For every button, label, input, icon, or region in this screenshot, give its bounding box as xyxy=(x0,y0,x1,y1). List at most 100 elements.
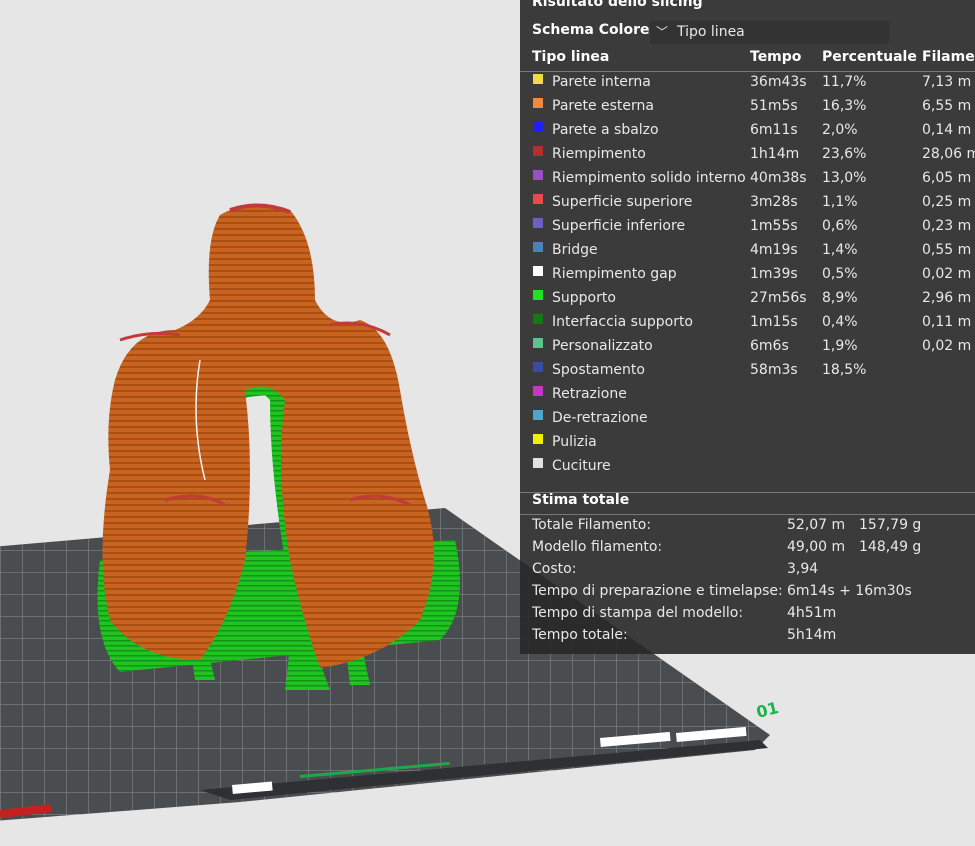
line-type-row: Supporto 27m56s 8,9% 2,96 m xyxy=(520,288,975,312)
line-type-row: Spostamento 58m3s 18,5% xyxy=(520,360,975,384)
line-type-name: Superficie inferiore xyxy=(552,218,686,234)
summary-row: Tempo totale: 5h14m xyxy=(520,627,975,649)
line-type-filament: 7,13 m xyxy=(922,74,972,90)
line-type-row: Bridge 4m19s 1,4% 0,55 m xyxy=(520,240,975,264)
line-type-percent: 18,5% xyxy=(822,362,867,378)
summary-label: Tempo totale: xyxy=(532,627,628,643)
line-type-time: 1m39s xyxy=(750,266,798,282)
color-swatch[interactable] xyxy=(533,338,543,348)
line-type-row: Riempimento solido interno 40m38s 13,0% 6,0… xyxy=(520,168,975,192)
color-swatch[interactable] xyxy=(533,218,543,228)
line-type-time: 1m15s xyxy=(750,314,798,330)
color-swatch[interactable] xyxy=(533,386,543,396)
summary-divider xyxy=(520,514,975,515)
color-scheme-dropdown[interactable]: ﹀ Tipo linea xyxy=(650,21,889,44)
line-type-time: 1h14m xyxy=(750,146,800,162)
line-type-row: Pulizia xyxy=(520,432,975,456)
summary-row: Totale Filamento: 52,07 m 157,79 g xyxy=(520,517,975,539)
line-type-name: Bridge xyxy=(552,242,598,258)
line-type-percent: 0,5% xyxy=(822,266,858,282)
line-type-percent: 11,7% xyxy=(822,74,867,90)
column-header-line-type: Tipo linea xyxy=(532,49,610,65)
line-type-time: 40m38s xyxy=(750,170,807,186)
line-type-time: 36m43s xyxy=(750,74,807,90)
line-type-filament: 0,55 m xyxy=(922,242,972,258)
summary-label: Costo: xyxy=(532,561,577,577)
line-type-filament: 6,05 m xyxy=(922,170,972,186)
line-type-name: De-retrazione xyxy=(552,410,648,426)
line-type-time: 27m56s xyxy=(750,290,807,306)
line-type-percent: 1,4% xyxy=(822,242,858,258)
color-swatch[interactable] xyxy=(533,146,543,156)
column-header-filament: Filamento xyxy=(922,49,975,65)
line-type-time: 51m5s xyxy=(750,98,798,114)
color-scheme-label: Schema Colore xyxy=(532,22,650,38)
column-header-time: Tempo xyxy=(750,49,802,65)
line-type-name: Parete a sbalzo xyxy=(552,122,659,138)
summary-value: 6m14s + 16m30s xyxy=(787,583,912,599)
line-type-percent: 8,9% xyxy=(822,290,858,306)
color-scheme-value: Tipo linea xyxy=(677,24,745,40)
line-type-row: Parete a sbalzo 6m11s 2,0% 0,14 m xyxy=(520,120,975,144)
color-swatch[interactable] xyxy=(533,242,543,252)
color-swatch[interactable] xyxy=(533,314,543,324)
slicing-result-panel: Risultato dello slicing Schema Colore ﹀ … xyxy=(520,0,975,654)
color-swatch[interactable] xyxy=(533,170,543,180)
line-type-percent: 1,1% xyxy=(822,194,858,210)
summary-row: Costo: 3,94 xyxy=(520,561,975,583)
line-type-percent: 2,0% xyxy=(822,122,858,138)
color-swatch[interactable] xyxy=(533,98,543,108)
line-type-filament: 0,11 m xyxy=(922,314,972,330)
line-type-name: Riempimento solido interno xyxy=(552,170,746,186)
line-type-filament: 6,55 m xyxy=(922,98,972,114)
line-type-filament: 0,23 m xyxy=(922,218,972,234)
color-swatch[interactable] xyxy=(533,434,543,444)
summary-value: 49,00 m xyxy=(787,539,846,555)
line-type-filament: 28,06 m xyxy=(922,146,975,162)
line-type-filament: 0,25 m xyxy=(922,194,972,210)
summary-label: Tempo di stampa del modello: xyxy=(532,605,744,621)
line-type-filament: 0,02 m xyxy=(922,338,972,354)
color-swatch[interactable] xyxy=(533,362,543,372)
line-type-name: Spostamento xyxy=(552,362,645,378)
line-type-filament: 0,14 m xyxy=(922,122,972,138)
line-type-time: 58m3s xyxy=(750,362,798,378)
line-type-name: Parete interna xyxy=(552,74,651,90)
color-swatch[interactable] xyxy=(533,410,543,420)
summary-value: 4h51m xyxy=(787,605,837,621)
line-type-percent: 1,9% xyxy=(822,338,858,354)
line-type-row: Superficie inferiore 1m55s 0,6% 0,23 m xyxy=(520,216,975,240)
color-swatch[interactable] xyxy=(533,74,543,84)
summary-weight: 157,79 g xyxy=(859,517,922,533)
line-type-filament: 0,02 m xyxy=(922,266,972,282)
line-type-name: Pulizia xyxy=(552,434,597,450)
line-type-row: Superficie superiore 3m28s 1,1% 0,25 m xyxy=(520,192,975,216)
panel-title: Risultato dello slicing xyxy=(532,0,703,10)
summary-label: Tempo di preparazione e timelapse: xyxy=(532,583,783,599)
line-type-time: 4m19s xyxy=(750,242,798,258)
summary-row: Tempo di preparazione e timelapse: 6m14s … xyxy=(520,583,975,605)
color-swatch[interactable] xyxy=(533,122,543,132)
line-type-row: Personalizzato 6m6s 1,9% 0,02 m xyxy=(520,336,975,360)
line-type-row: Retrazione xyxy=(520,384,975,408)
line-type-row: De-retrazione xyxy=(520,408,975,432)
color-swatch[interactable] xyxy=(533,290,543,300)
line-type-percent: 16,3% xyxy=(822,98,867,114)
summary-value: 5h14m xyxy=(787,627,837,643)
line-type-filament: 2,96 m xyxy=(922,290,972,306)
summary-value: 3,94 xyxy=(787,561,819,577)
line-type-row: Interfaccia supporto 1m15s 0,4% 0,11 m xyxy=(520,312,975,336)
chevron-down-icon: ﹀ xyxy=(656,25,669,39)
line-type-name: Personalizzato xyxy=(552,338,653,354)
color-swatch[interactable] xyxy=(533,266,543,276)
line-type-name: Riempimento xyxy=(552,146,646,162)
line-type-row: Parete esterna 51m5s 16,3% 6,55 m xyxy=(520,96,975,120)
line-type-time: 6m11s xyxy=(750,122,798,138)
plate-number-label: 01 xyxy=(754,698,780,722)
line-type-row: Parete interna 36m43s 11,7% 7,13 m xyxy=(520,72,975,96)
line-type-name: Interfaccia supporto xyxy=(552,314,693,330)
color-swatch[interactable] xyxy=(533,458,543,468)
line-type-name: Retrazione xyxy=(552,386,627,402)
color-swatch[interactable] xyxy=(533,194,543,204)
line-type-name: Riempimento gap xyxy=(552,266,677,282)
